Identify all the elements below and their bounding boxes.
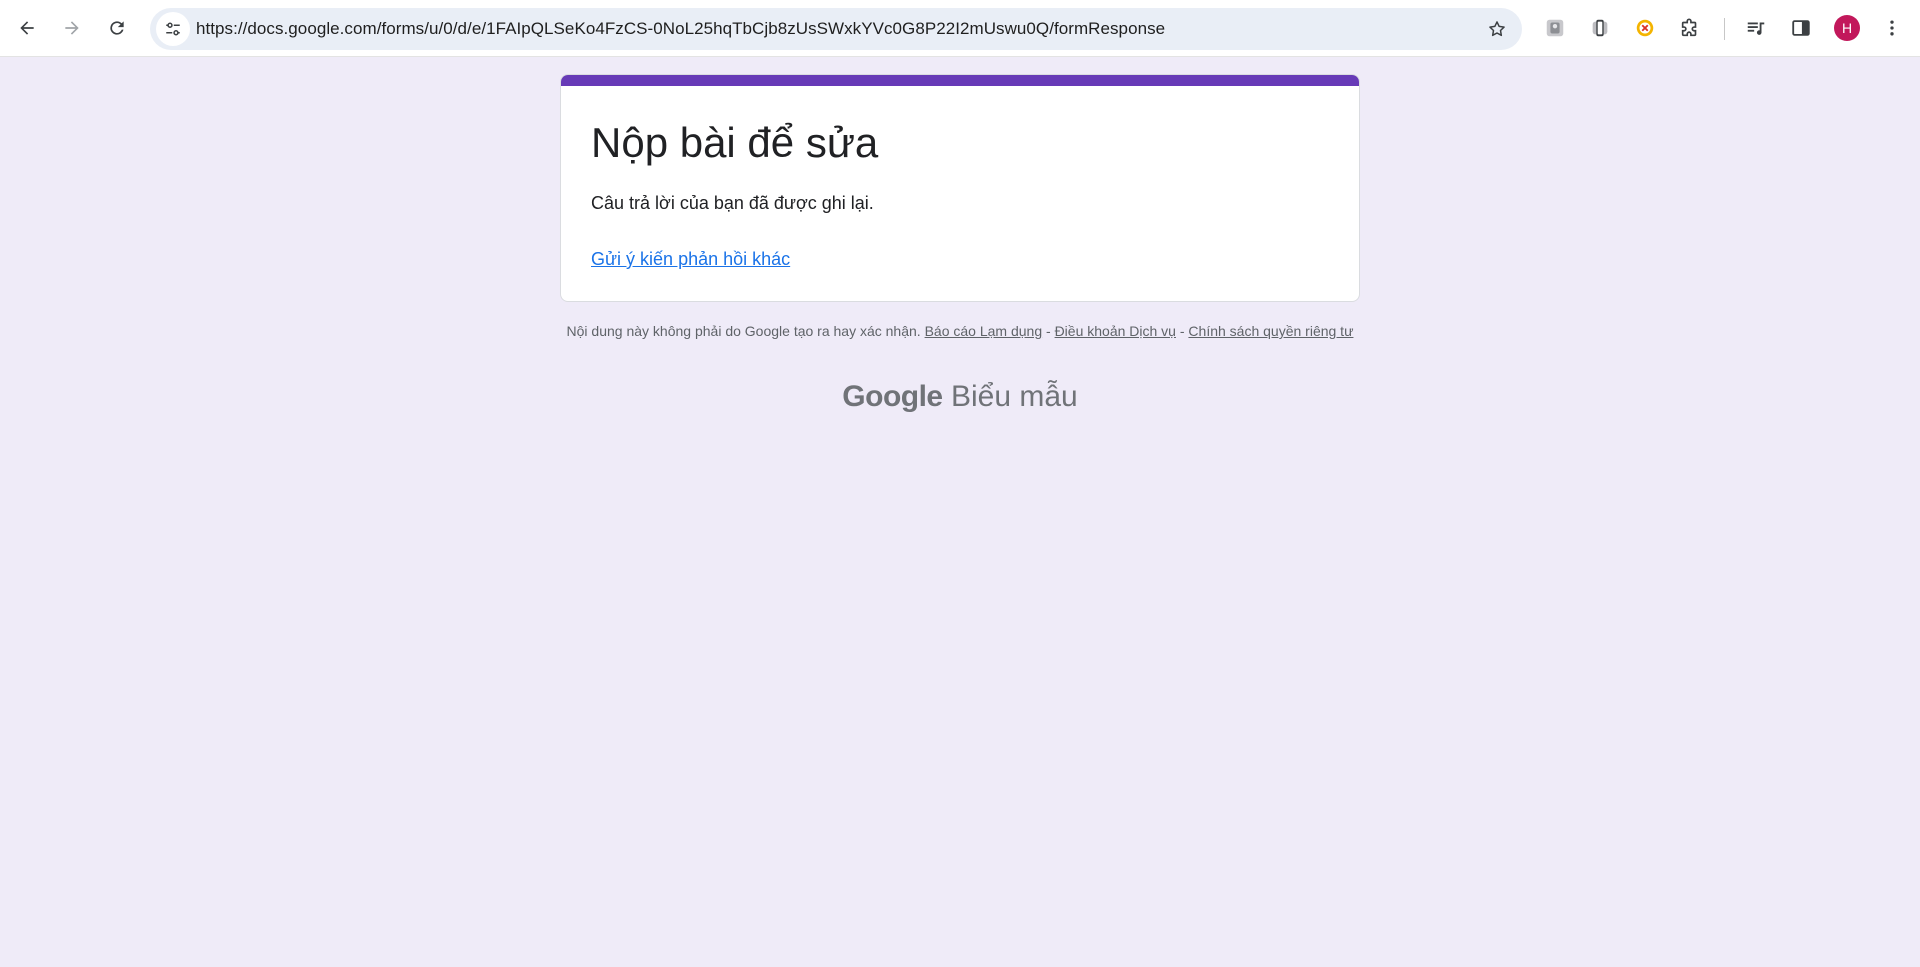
site-settings-button[interactable]	[156, 12, 190, 46]
form-title: Nộp bài để sửa	[591, 119, 879, 166]
profile-avatar[interactable]: H	[1834, 15, 1860, 41]
disclaimer-text: Nội dung này không phải do Google tạo ra…	[566, 323, 921, 339]
extensions-button[interactable]	[1672, 10, 1708, 46]
report-abuse-link[interactable]: Báo cáo Lạm dụng	[925, 323, 1043, 339]
site-settings-icon	[166, 22, 180, 36]
reload-icon	[110, 21, 124, 35]
separator: -	[1046, 323, 1051, 339]
url-text[interactable]: https://docs.google.com/forms/u/0/d/e/1F…	[196, 8, 1165, 50]
side-panel-button[interactable]	[1783, 10, 1819, 46]
browser-toolbar: https://docs.google.com/forms/u/0/d/e/1F…	[0, 0, 1920, 57]
extension-button-3[interactable]	[1627, 10, 1663, 46]
reload-button[interactable]	[99, 10, 135, 46]
media-controls-icon	[1747, 22, 1765, 35]
address-bar[interactable]: https://docs.google.com/forms/u/0/d/e/1F…	[150, 8, 1522, 50]
extension-clock-icon	[1636, 19, 1654, 37]
privacy-policy-link[interactable]: Chính sách quyền riêng tư	[1188, 323, 1353, 339]
forward-button[interactable]	[54, 10, 90, 46]
confirmation-card: Nộp bài để sửa Câu trả lời của bạn đã đư…	[560, 74, 1360, 302]
card-accent-bar	[561, 75, 1359, 86]
footer-disclaimer: Nội dung này không phải do Google tạo ra…	[560, 322, 1360, 340]
submit-another-response-link[interactable]: Gửi ý kiến phản hồi khác	[591, 249, 790, 270]
kebab-menu-icon	[1890, 20, 1894, 36]
google-forms-logo[interactable]: Google Biểu mẫu	[560, 380, 1360, 414]
bookmark-star-icon	[1489, 21, 1505, 37]
back-button[interactable]	[9, 10, 45, 46]
browser-menu-button[interactable]	[1874, 10, 1910, 46]
google-wordmark: Google	[842, 380, 943, 413]
confirmation-message: Câu trả lời của bạn đã được ghi lại.	[591, 193, 874, 213]
separator: -	[1179, 323, 1185, 339]
bookmark-button[interactable]	[1480, 12, 1514, 46]
side-panel-icon	[1792, 20, 1810, 36]
extension-icon	[1681, 18, 1697, 37]
back-arrow-icon	[20, 21, 34, 35]
terms-of-service-link[interactable]: Điều khoản Dịch vụ	[1055, 323, 1176, 339]
extension-button-2[interactable]	[1582, 10, 1618, 46]
extension-button-1[interactable]	[1537, 10, 1573, 46]
extension-phone-icon	[1592, 19, 1608, 37]
media-controls-button[interactable]	[1738, 10, 1774, 46]
extension-app-icon	[1546, 19, 1564, 37]
toolbar-divider	[1724, 18, 1725, 40]
product-name: Biểu mẫu	[950, 380, 1078, 413]
forward-arrow-icon	[65, 21, 79, 35]
